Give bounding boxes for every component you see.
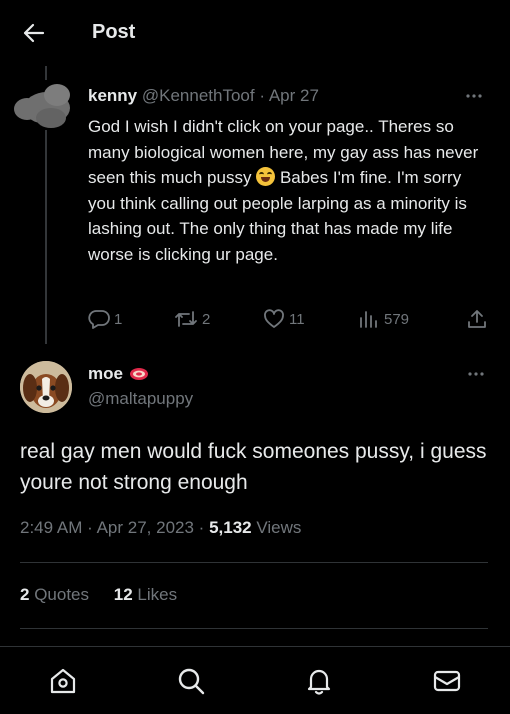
- likes-count: 12: [113, 585, 133, 604]
- reply-actions: 1 2 11 579: [88, 306, 492, 332]
- dog-avatar-icon: [20, 361, 72, 413]
- post-meta: 2:49 AM · Apr 27, 2023 · 5,132 Views: [20, 518, 301, 538]
- face-with-tears-of-joy-icon: [256, 167, 276, 186]
- post-meta-dot-2: ·: [198, 518, 205, 537]
- messages-icon: [433, 670, 461, 692]
- post-time[interactable]: 2:49 AM: [20, 518, 82, 537]
- likes-label: Likes: [137, 585, 178, 604]
- divider: [20, 628, 488, 629]
- quotes-label: Quotes: [34, 585, 90, 604]
- reply-separator: ·: [259, 86, 266, 105]
- reply-action-comment[interactable]: 1: [88, 306, 122, 332]
- thread-line-top: [45, 66, 47, 80]
- more-dots-icon: [466, 94, 482, 98]
- nav-messages-button[interactable]: [431, 665, 463, 697]
- like-count: 11: [289, 310, 305, 328]
- thread-line: [45, 130, 47, 344]
- post-author-handle[interactable]: @maltapuppy: [88, 389, 193, 409]
- bottom-nav: [0, 646, 510, 714]
- more-dots-icon: [468, 372, 484, 376]
- post-stats: 2 Quotes 12 Likes: [20, 585, 177, 605]
- reply-date[interactable]: Apr 27: [269, 86, 319, 105]
- heart-icon: [264, 309, 284, 328]
- repost-icon: [175, 311, 197, 327]
- post-text: real gay men would fuck someones pussy, …: [20, 440, 487, 494]
- post-more-button[interactable]: [464, 364, 488, 384]
- nav-search-button[interactable]: [175, 665, 207, 697]
- reply-count: 1: [114, 310, 123, 328]
- reply-author-name[interactable]: kenny: [88, 86, 137, 105]
- back-button[interactable]: [18, 19, 50, 47]
- search-icon: [178, 668, 205, 695]
- nav-notifications-button[interactable]: [303, 665, 335, 697]
- repost-count: 2: [202, 310, 211, 328]
- home-icon: [50, 668, 76, 694]
- top-bar: Post: [0, 0, 510, 66]
- views-chart-icon: [360, 311, 377, 328]
- reply-action-share[interactable]: [466, 306, 488, 332]
- reply-more-button[interactable]: [462, 86, 486, 106]
- reply-author-handle[interactable]: @KennethToof: [142, 86, 255, 105]
- reply-header: kenny @KennethToof · Apr 27: [88, 86, 492, 108]
- post-views-label: Views: [256, 518, 302, 537]
- quotes-count: 2: [20, 585, 30, 604]
- divider: [20, 562, 488, 563]
- arrow-left-icon: [23, 23, 45, 43]
- comment-icon: [88, 310, 110, 329]
- nav-home-button[interactable]: [47, 665, 79, 697]
- page-title: Post: [92, 21, 136, 43]
- post-meta-dot: ·: [87, 518, 93, 537]
- post-author-name[interactable]: moe: [88, 364, 123, 384]
- notifications-icon: [307, 669, 331, 695]
- likes-link[interactable]: 12 Likes: [114, 585, 177, 605]
- post-date[interactable]: Apr 27, 2023: [97, 518, 194, 537]
- avatar-redacted[interactable]: [14, 84, 74, 128]
- post-views-count: 5,132: [209, 518, 252, 537]
- views-count: 579: [384, 310, 410, 328]
- avatar-moe[interactable]: [20, 361, 72, 413]
- reply-action-repost[interactable]: 2: [174, 306, 210, 332]
- meat-icon: [129, 368, 148, 380]
- quotes-link[interactable]: 2 Quotes: [20, 585, 89, 605]
- reply-text: God I wish I didn't click on your page..…: [88, 114, 492, 267]
- share-icon: [468, 310, 486, 328]
- reply-action-views[interactable]: 579: [358, 306, 409, 332]
- reply-tweet[interactable]: kenny @KennethToof · Apr 27 God I wish I…: [88, 86, 492, 267]
- post-author-name-row: moe: [88, 364, 149, 384]
- reply-action-like[interactable]: 11: [263, 306, 305, 332]
